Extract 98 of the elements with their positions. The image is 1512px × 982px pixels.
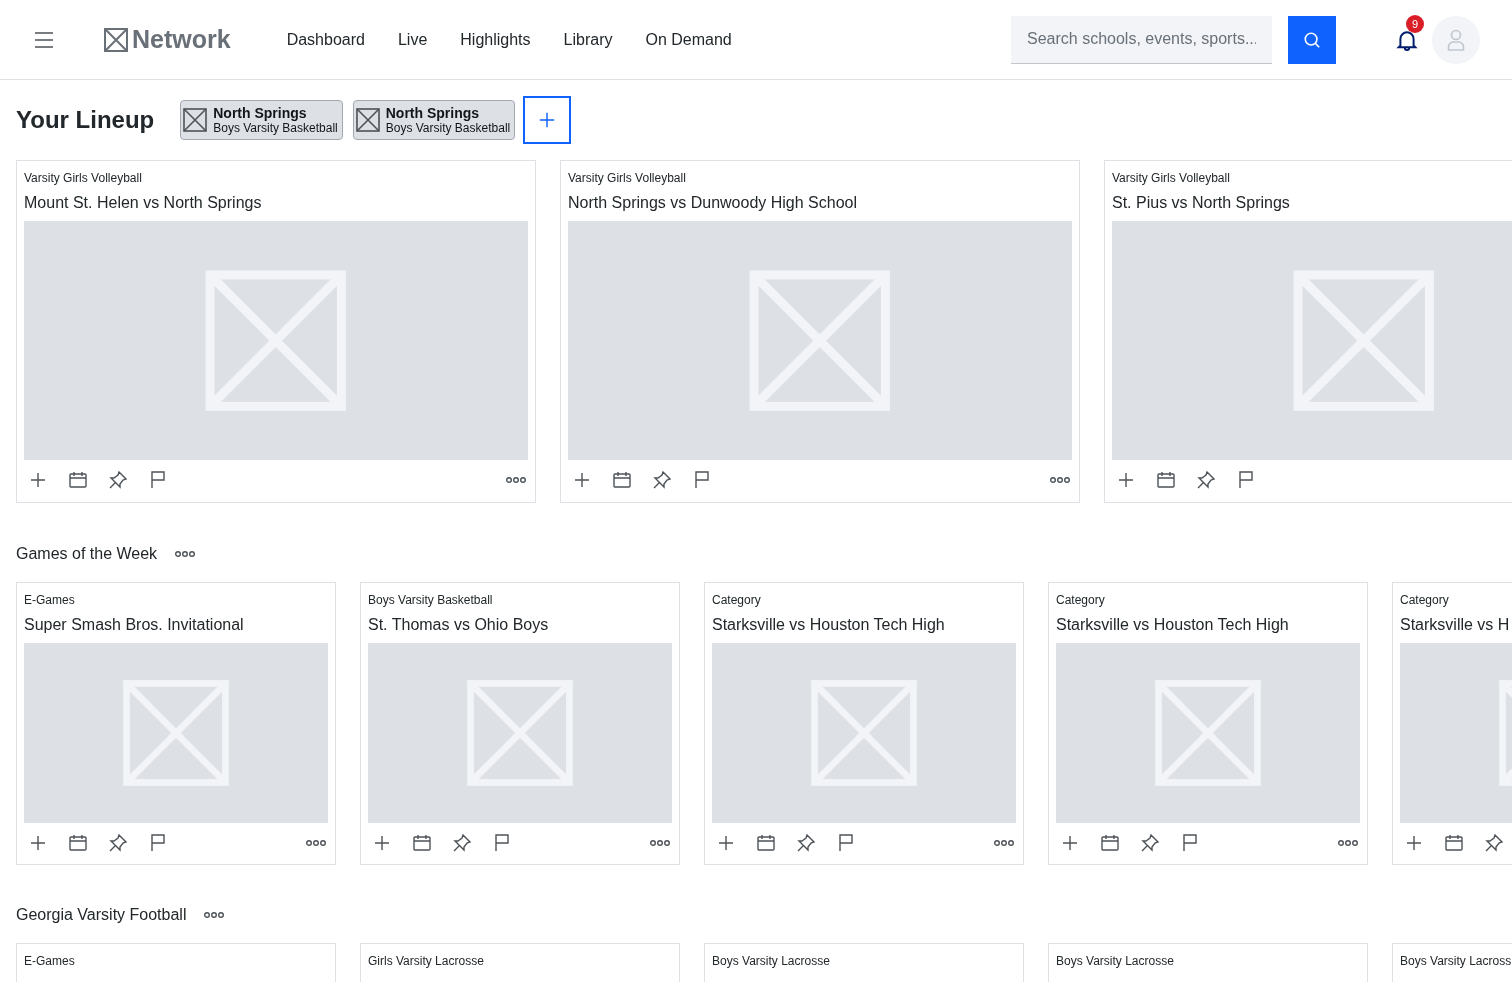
more-icon[interactable] [1338, 839, 1358, 847]
plus-icon [538, 111, 557, 129]
team-sport: Boys Varsity Basketball [213, 121, 338, 135]
calendar-icon[interactable] [1100, 833, 1120, 853]
pin-icon[interactable] [652, 470, 672, 490]
event-card[interactable]: Varsity Girls Volleyball St. Pius vs North Springs [1104, 160, 1512, 503]
event-title: Starksville vs Houston Tech High [1056, 615, 1290, 635]
add-icon[interactable] [716, 833, 736, 853]
add-icon[interactable] [1116, 470, 1136, 490]
flag-icon[interactable] [1236, 470, 1256, 490]
add-icon[interactable] [572, 470, 592, 490]
event-title: Starksville vs Houston Tech High [712, 615, 946, 635]
event-title: Mount St. Helen vs North Springs [24, 193, 263, 213]
lineup-title: Your Lineup [16, 106, 155, 134]
event-category: E-Games [24, 592, 76, 609]
team-chip[interactable]: North Springs Boys Varsity Basketball [180, 100, 343, 140]
pin-icon[interactable] [1140, 833, 1160, 853]
logo-text: Network [132, 25, 231, 54]
more-icon[interactable] [306, 839, 326, 847]
calendar-icon[interactable] [756, 833, 776, 853]
more-icon[interactable] [506, 476, 526, 484]
event-card[interactable]: Category Starksville vs Houston Tech High [704, 582, 1024, 865]
add-icon[interactable] [28, 833, 48, 853]
nav-link[interactable]: On Demand [645, 30, 732, 49]
event-card[interactable]: Varsity Girls Volleyball Mount St. Helen vs North Springs [16, 160, 536, 503]
calendar-icon[interactable] [1444, 833, 1464, 853]
event-category: Category [712, 592, 762, 609]
search-field[interactable]: Search schools, events, sports... [1011, 15, 1272, 64]
event-card[interactable]: Boys Varsity Lacrosse [704, 943, 1024, 982]
event-card[interactable]: E-Games [16, 943, 336, 982]
event-card[interactable]: Varsity Girls Volleyball North Springs vs Dunwoody High School [560, 160, 1080, 503]
team-logo-icon [183, 108, 208, 132]
add-icon[interactable] [28, 470, 48, 490]
event-title: St. Thomas vs Ohio Boys [368, 615, 550, 635]
event-card[interactable]: E-Games Super Smash Bros. Invitational [16, 582, 336, 865]
add-team-button[interactable] [523, 96, 572, 144]
calendar-icon[interactable] [412, 833, 432, 853]
more-icon[interactable] [204, 911, 225, 919]
event-category: Boys Varsity Lacrosse [712, 953, 831, 970]
pin-icon[interactable] [108, 833, 128, 853]
flag-icon[interactable] [692, 470, 712, 490]
flag-icon[interactable] [836, 833, 856, 853]
team-sport: Boys Varsity Basketball [385, 121, 511, 135]
pin-icon[interactable] [1196, 470, 1216, 490]
event-category: Category [1400, 592, 1450, 609]
pin-icon[interactable] [796, 833, 816, 853]
logo-icon [104, 27, 128, 52]
event-card[interactable]: Boys Varsity Lacross [1392, 943, 1512, 982]
search-icon [1303, 30, 1321, 49]
event-category: E-Games [24, 953, 76, 970]
nav-link[interactable]: Live [397, 30, 428, 49]
event-category: Category [1056, 592, 1106, 609]
more-icon[interactable] [994, 839, 1014, 847]
event-category: Boys Varsity Lacross [1400, 953, 1512, 970]
event-title: Starksville vs H [1400, 615, 1511, 635]
pin-icon[interactable] [452, 833, 472, 853]
flag-icon[interactable] [148, 470, 168, 490]
flag-icon[interactable] [492, 833, 512, 853]
section-title: Games of the Week [16, 545, 158, 563]
event-card[interactable]: Boys Varsity Basketball St. Thomas vs Ohio Boys [360, 582, 680, 865]
team-name: North Springs [213, 105, 308, 121]
event-title: Super Smash Bros. Invitational [24, 615, 245, 635]
event-card[interactable]: Category Starksville vs H [1392, 582, 1512, 865]
flag-icon[interactable] [148, 833, 168, 853]
team-chip[interactable]: North Springs Boys Varsity Basketball [352, 100, 516, 140]
more-icon[interactable] [1050, 476, 1070, 484]
calendar-icon[interactable] [612, 470, 632, 490]
notification-icon[interactable] [1396, 28, 1418, 51]
calendar-icon[interactable] [68, 833, 88, 853]
event-card[interactable]: Boys Varsity Lacrosse [1048, 943, 1368, 982]
nav-link[interactable]: Dashboard [286, 30, 365, 49]
add-icon[interactable] [372, 833, 392, 853]
flag-icon[interactable] [1180, 833, 1200, 853]
event-category: Varsity Girls Volleyball [1112, 170, 1231, 187]
section-title: Georgia Varsity Football [16, 906, 187, 924]
event-category: Varsity Girls Volleyball [568, 170, 687, 187]
nav-link[interactable]: Library [563, 30, 613, 49]
event-category: Varsity Girls Volleyball [24, 170, 143, 187]
event-card[interactable]: Girls Varsity Lacrosse [360, 943, 680, 982]
more-icon[interactable] [175, 550, 196, 558]
notification-count: 9 [1406, 14, 1424, 33]
calendar-icon[interactable] [1156, 470, 1176, 490]
team-name: North Springs [385, 105, 481, 121]
event-category: Girls Varsity Lacrosse [368, 953, 485, 970]
event-card[interactable]: Category Starksville vs Houston Tech High [1048, 582, 1368, 865]
event-title: St. Pius vs North Springs [1112, 193, 1291, 213]
nav-link[interactable]: Highlights [460, 30, 531, 49]
event-title: North Springs vs Dunwoody High School [568, 193, 859, 213]
add-icon[interactable] [1404, 833, 1424, 853]
add-icon[interactable] [1060, 833, 1080, 853]
event-category: Boys Varsity Basketball [368, 592, 494, 609]
pin-icon[interactable] [1484, 833, 1504, 853]
event-category: Boys Varsity Lacrosse [1056, 953, 1175, 970]
calendar-icon[interactable] [68, 470, 88, 490]
pin-icon[interactable] [108, 470, 128, 490]
team-logo-icon [355, 108, 380, 132]
more-icon[interactable] [650, 839, 670, 847]
search-button[interactable] [1288, 15, 1336, 64]
